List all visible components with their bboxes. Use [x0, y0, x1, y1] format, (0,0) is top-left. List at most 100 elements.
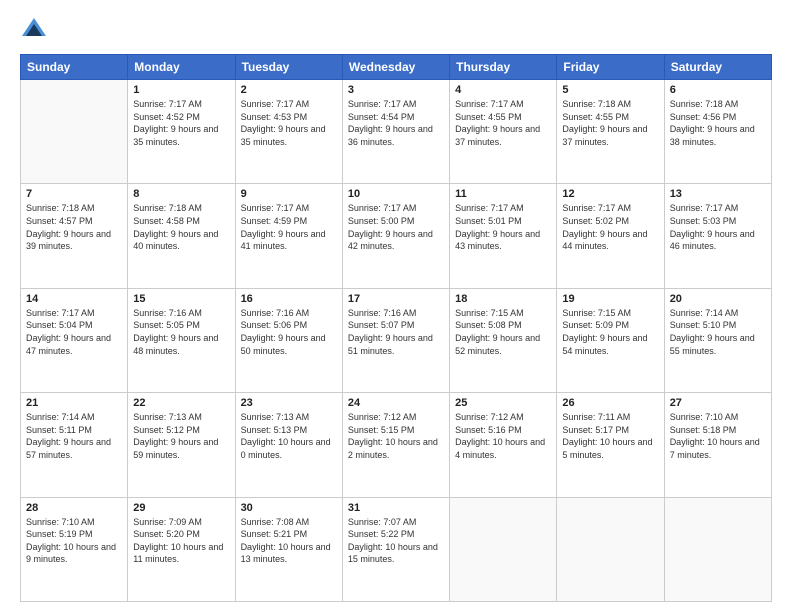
day-number: 2 — [241, 84, 337, 96]
calendar-cell: 15 Sunrise: 7:16 AMSunset: 5:05 PMDayligh… — [128, 288, 235, 392]
calendar-cell: 27 Sunrise: 7:10 AMSunset: 5:18 PMDayligh… — [664, 393, 771, 497]
calendar-cell: 24 Sunrise: 7:12 AMSunset: 5:15 PMDayligh… — [342, 393, 449, 497]
cell-info: Sunrise: 7:14 AMSunset: 5:10 PMDaylight:… — [670, 307, 766, 357]
cell-info: Sunrise: 7:10 AMSunset: 5:18 PMDaylight:… — [670, 411, 766, 461]
day-number: 26 — [562, 397, 658, 409]
cell-info: Sunrise: 7:17 AMSunset: 5:03 PMDaylight:… — [670, 202, 766, 252]
calendar-cell: 19 Sunrise: 7:15 AMSunset: 5:09 PMDayligh… — [557, 288, 664, 392]
day-number: 24 — [348, 397, 444, 409]
day-number: 16 — [241, 293, 337, 305]
calendar-cell: 29 Sunrise: 7:09 AMSunset: 5:20 PMDayligh… — [128, 497, 235, 601]
weekday-header-friday: Friday — [557, 55, 664, 80]
calendar-cell: 12 Sunrise: 7:17 AMSunset: 5:02 PMDayligh… — [557, 184, 664, 288]
calendar-cell: 1 Sunrise: 7:17 AMSunset: 4:52 PMDaylight… — [128, 80, 235, 184]
calendar-cell: 18 Sunrise: 7:15 AMSunset: 5:08 PMDayligh… — [450, 288, 557, 392]
cell-info: Sunrise: 7:17 AMSunset: 4:52 PMDaylight:… — [133, 98, 229, 148]
cell-info: Sunrise: 7:17 AMSunset: 4:55 PMDaylight:… — [455, 98, 551, 148]
calendar-cell: 25 Sunrise: 7:12 AMSunset: 5:16 PMDayligh… — [450, 393, 557, 497]
day-number: 6 — [670, 84, 766, 96]
day-number: 25 — [455, 397, 551, 409]
calendar-cell: 6 Sunrise: 7:18 AMSunset: 4:56 PMDaylight… — [664, 80, 771, 184]
cell-info: Sunrise: 7:16 AMSunset: 5:07 PMDaylight:… — [348, 307, 444, 357]
day-number: 29 — [133, 502, 229, 514]
calendar-cell: 3 Sunrise: 7:17 AMSunset: 4:54 PMDaylight… — [342, 80, 449, 184]
day-number: 3 — [348, 84, 444, 96]
calendar-cell: 31 Sunrise: 7:07 AMSunset: 5:22 PMDayligh… — [342, 497, 449, 601]
day-number: 7 — [26, 188, 122, 200]
day-number: 9 — [241, 188, 337, 200]
day-number: 23 — [241, 397, 337, 409]
day-number: 20 — [670, 293, 766, 305]
calendar-cell: 2 Sunrise: 7:17 AMSunset: 4:53 PMDaylight… — [235, 80, 342, 184]
weekday-header-saturday: Saturday — [664, 55, 771, 80]
day-number: 4 — [455, 84, 551, 96]
calendar-cell: 13 Sunrise: 7:17 AMSunset: 5:03 PMDayligh… — [664, 184, 771, 288]
cell-info: Sunrise: 7:10 AMSunset: 5:19 PMDaylight:… — [26, 516, 122, 566]
cell-info: Sunrise: 7:08 AMSunset: 5:21 PMDaylight:… — [241, 516, 337, 566]
cell-info: Sunrise: 7:13 AMSunset: 5:13 PMDaylight:… — [241, 411, 337, 461]
calendar-cell — [664, 497, 771, 601]
day-number: 8 — [133, 188, 229, 200]
cell-info: Sunrise: 7:11 AMSunset: 5:17 PMDaylight:… — [562, 411, 658, 461]
cell-info: Sunrise: 7:17 AMSunset: 4:53 PMDaylight:… — [241, 98, 337, 148]
calendar-cell — [557, 497, 664, 601]
header — [20, 16, 772, 44]
cell-info: Sunrise: 7:15 AMSunset: 5:08 PMDaylight:… — [455, 307, 551, 357]
cell-info: Sunrise: 7:12 AMSunset: 5:15 PMDaylight:… — [348, 411, 444, 461]
logo-icon — [20, 16, 48, 44]
day-number: 5 — [562, 84, 658, 96]
cell-info: Sunrise: 7:17 AMSunset: 5:02 PMDaylight:… — [562, 202, 658, 252]
cell-info: Sunrise: 7:18 AMSunset: 4:55 PMDaylight:… — [562, 98, 658, 148]
calendar-cell: 4 Sunrise: 7:17 AMSunset: 4:55 PMDaylight… — [450, 80, 557, 184]
weekday-header-thursday: Thursday — [450, 55, 557, 80]
calendar-cell: 16 Sunrise: 7:16 AMSunset: 5:06 PMDayligh… — [235, 288, 342, 392]
cell-info: Sunrise: 7:17 AMSunset: 4:59 PMDaylight:… — [241, 202, 337, 252]
calendar-cell: 23 Sunrise: 7:13 AMSunset: 5:13 PMDayligh… — [235, 393, 342, 497]
calendar-cell — [21, 80, 128, 184]
weekday-header-wednesday: Wednesday — [342, 55, 449, 80]
day-number: 15 — [133, 293, 229, 305]
cell-info: Sunrise: 7:12 AMSunset: 5:16 PMDaylight:… — [455, 411, 551, 461]
cell-info: Sunrise: 7:09 AMSunset: 5:20 PMDaylight:… — [133, 516, 229, 566]
day-number: 21 — [26, 397, 122, 409]
cell-info: Sunrise: 7:18 AMSunset: 4:57 PMDaylight:… — [26, 202, 122, 252]
cell-info: Sunrise: 7:18 AMSunset: 4:56 PMDaylight:… — [670, 98, 766, 148]
day-number: 28 — [26, 502, 122, 514]
day-number: 14 — [26, 293, 122, 305]
weekday-header-monday: Monday — [128, 55, 235, 80]
calendar-cell: 26 Sunrise: 7:11 AMSunset: 5:17 PMDayligh… — [557, 393, 664, 497]
cell-info: Sunrise: 7:13 AMSunset: 5:12 PMDaylight:… — [133, 411, 229, 461]
day-number: 10 — [348, 188, 444, 200]
day-number: 1 — [133, 84, 229, 96]
calendar-cell: 5 Sunrise: 7:18 AMSunset: 4:55 PMDaylight… — [557, 80, 664, 184]
day-number: 31 — [348, 502, 444, 514]
calendar-cell: 22 Sunrise: 7:13 AMSunset: 5:12 PMDayligh… — [128, 393, 235, 497]
calendar-table: SundayMondayTuesdayWednesdayThursdayFrid… — [20, 54, 772, 602]
cell-info: Sunrise: 7:17 AMSunset: 5:00 PMDaylight:… — [348, 202, 444, 252]
calendar-cell: 8 Sunrise: 7:18 AMSunset: 4:58 PMDaylight… — [128, 184, 235, 288]
cell-info: Sunrise: 7:15 AMSunset: 5:09 PMDaylight:… — [562, 307, 658, 357]
cell-info: Sunrise: 7:17 AMSunset: 4:54 PMDaylight:… — [348, 98, 444, 148]
cell-info: Sunrise: 7:16 AMSunset: 5:06 PMDaylight:… — [241, 307, 337, 357]
calendar-cell: 9 Sunrise: 7:17 AMSunset: 4:59 PMDaylight… — [235, 184, 342, 288]
day-number: 30 — [241, 502, 337, 514]
day-number: 19 — [562, 293, 658, 305]
weekday-header-tuesday: Tuesday — [235, 55, 342, 80]
calendar-cell: 20 Sunrise: 7:14 AMSunset: 5:10 PMDayligh… — [664, 288, 771, 392]
cell-info: Sunrise: 7:17 AMSunset: 5:01 PMDaylight:… — [455, 202, 551, 252]
cell-info: Sunrise: 7:17 AMSunset: 5:04 PMDaylight:… — [26, 307, 122, 357]
cell-info: Sunrise: 7:18 AMSunset: 4:58 PMDaylight:… — [133, 202, 229, 252]
cell-info: Sunrise: 7:07 AMSunset: 5:22 PMDaylight:… — [348, 516, 444, 566]
day-number: 22 — [133, 397, 229, 409]
day-number: 18 — [455, 293, 551, 305]
day-number: 13 — [670, 188, 766, 200]
cell-info: Sunrise: 7:16 AMSunset: 5:05 PMDaylight:… — [133, 307, 229, 357]
day-number: 27 — [670, 397, 766, 409]
cell-info: Sunrise: 7:14 AMSunset: 5:11 PMDaylight:… — [26, 411, 122, 461]
weekday-header-sunday: Sunday — [21, 55, 128, 80]
page: SundayMondayTuesdayWednesdayThursdayFrid… — [0, 0, 792, 612]
calendar-cell: 14 Sunrise: 7:17 AMSunset: 5:04 PMDayligh… — [21, 288, 128, 392]
day-number: 11 — [455, 188, 551, 200]
logo — [20, 16, 52, 44]
day-number: 12 — [562, 188, 658, 200]
